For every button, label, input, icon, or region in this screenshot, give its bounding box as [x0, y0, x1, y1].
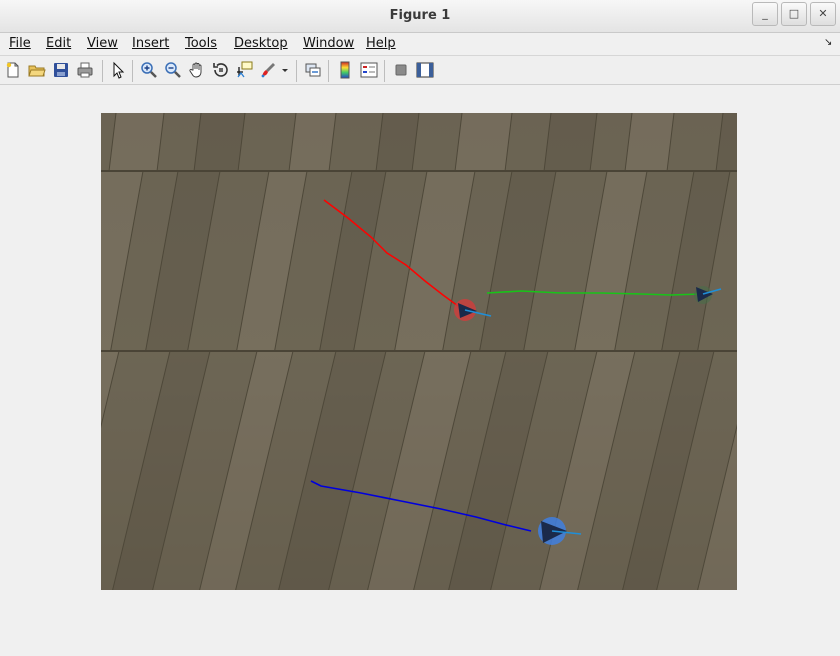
menu-label: Tools [185, 36, 218, 51]
minimize-button[interactable]: _ [752, 2, 778, 26]
toolbar-separator [296, 60, 297, 82]
zoom-out-icon[interactable] [164, 61, 182, 79]
menu-view[interactable]: View [87, 36, 118, 51]
maximize-button[interactable]: □ [781, 2, 807, 26]
toolbar-separator [384, 60, 385, 82]
menu-label: Help [366, 36, 396, 51]
new-figure-icon[interactable] [4, 61, 22, 79]
menu-label: Window [303, 36, 355, 51]
rotate-3d-icon[interactable] [212, 61, 230, 79]
toolbar-separator [102, 60, 103, 82]
menu-label: Edit [46, 36, 72, 51]
insert-legend-icon[interactable] [360, 61, 378, 79]
menu-file[interactable]: File [9, 36, 31, 51]
brush-dropdown-icon[interactable] [280, 61, 290, 79]
brush-icon[interactable] [259, 61, 277, 79]
open-file-icon[interactable] [28, 61, 46, 79]
floor-plank [667, 113, 723, 171]
window-title: Figure 1 [389, 8, 451, 23]
edit-plot-arrow-icon[interactable] [109, 61, 127, 79]
floor-plank [544, 113, 597, 171]
menubar: File Edit View Insert Tools Desktop Wind… [0, 33, 840, 55]
window-titlebar[interactable]: Figure 1 _ □ ✕ [0, 0, 840, 33]
close-button[interactable]: ✕ [810, 2, 836, 26]
menu-help[interactable]: Help [366, 36, 396, 51]
dock-figure-icon[interactable]: ↘ [824, 37, 832, 48]
figure-toolbar [0, 55, 840, 85]
menu-desktop[interactable]: Desktop [234, 36, 288, 51]
floor-plank [194, 113, 245, 171]
image-axes[interactable] [101, 113, 737, 590]
save-icon[interactable] [52, 61, 70, 79]
floor-plank [329, 113, 383, 171]
floor-plank [625, 113, 674, 171]
show-plot-tools-icon[interactable] [416, 61, 434, 79]
hide-plot-tools-icon[interactable] [392, 61, 410, 79]
floor-plank [109, 113, 164, 171]
zoom-in-icon[interactable] [140, 61, 158, 79]
floor-plank [157, 113, 201, 171]
print-icon[interactable] [76, 61, 94, 79]
link-plot-icon[interactable] [304, 61, 322, 79]
floor-plank [289, 113, 336, 171]
toolbar-separator [328, 60, 329, 82]
floor-plank [412, 113, 462, 171]
data-cursor-icon[interactable] [236, 61, 254, 79]
floor-image [101, 113, 737, 590]
floor-plank [238, 113, 296, 171]
menu-label: Insert [132, 36, 170, 51]
insert-colorbar-icon[interactable] [336, 61, 354, 79]
floor-plank [376, 113, 419, 171]
menu-label: File [9, 36, 31, 51]
menu-edit[interactable]: Edit [46, 36, 71, 51]
floor-plank [455, 113, 512, 171]
pan-hand-icon[interactable] [188, 61, 206, 79]
menu-tools[interactable]: Tools [185, 36, 217, 51]
menu-label: Desktop [234, 36, 288, 51]
menu-insert[interactable]: Insert [132, 36, 169, 51]
toolbar-separator [132, 60, 133, 82]
menu-label: View [87, 36, 118, 51]
menu-window[interactable]: Window [303, 36, 354, 51]
floor-plank [505, 113, 551, 171]
